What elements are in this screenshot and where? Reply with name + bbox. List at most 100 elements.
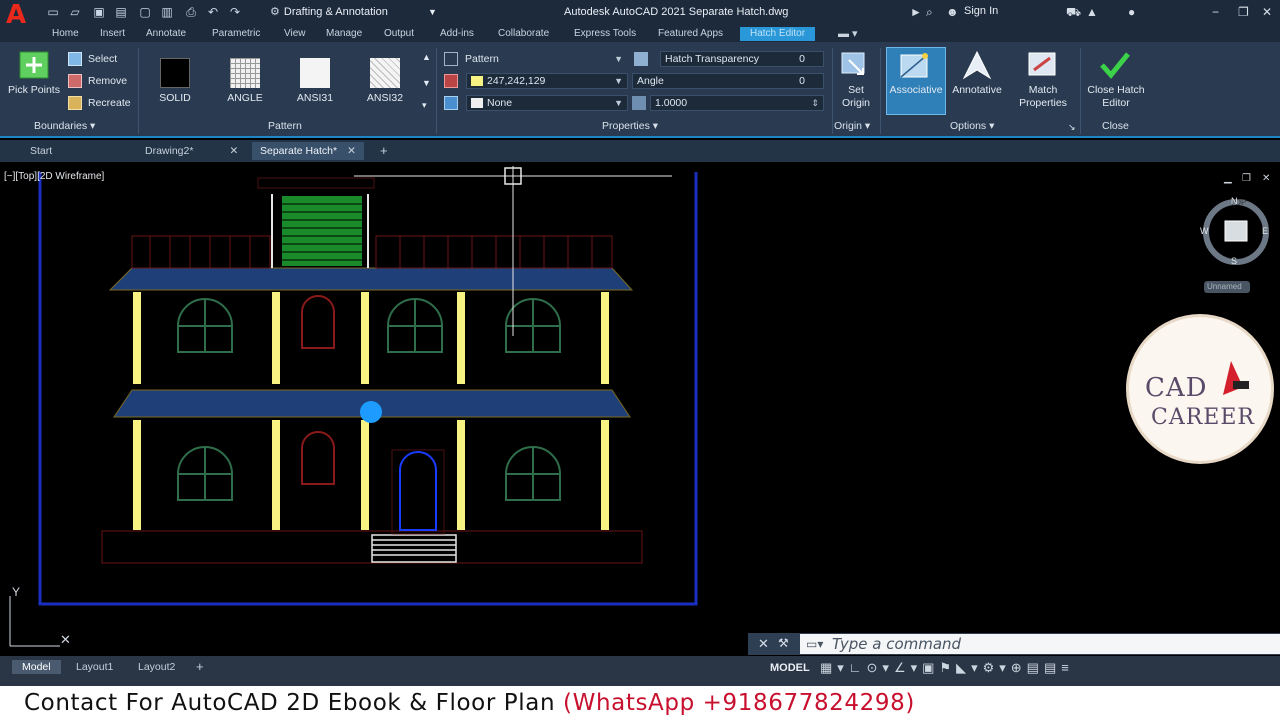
user-icon[interactable]: ☻ — [946, 4, 959, 20]
tab-featured-apps[interactable]: Featured Apps — [658, 27, 723, 41]
transparency-icon — [634, 52, 648, 66]
redo-icon[interactable]: ↷ — [228, 5, 242, 19]
crosshair-cursor — [354, 166, 672, 336]
sign-in-link[interactable]: Sign In — [964, 5, 998, 17]
angle-field[interactable]: Angle 0 — [632, 73, 824, 89]
tab-manage[interactable]: Manage — [326, 27, 362, 41]
layout-tab-layout1[interactable]: Layout1 — [76, 660, 113, 674]
tab-output[interactable]: Output — [384, 27, 414, 41]
open-file-icon[interactable]: ▱ — [68, 5, 82, 19]
save-icon[interactable]: ▣ — [92, 5, 106, 19]
hatch-transparency-field[interactable]: Hatch Transparency 0 — [660, 51, 824, 67]
house-elevation-drawing[interactable]: Y ✕ — [0, 162, 1280, 656]
select-button[interactable]: Select — [88, 53, 117, 65]
status-bar: Model Layout1 Layout2 + — [0, 656, 1280, 686]
doc-tab-drawing2[interactable]: Drawing2* ✕ — [145, 144, 238, 158]
doc-tab-separate-hatch[interactable]: Separate Hatch* ✕ — [252, 142, 364, 160]
logo-text-career: CAREER — [1151, 405, 1255, 430]
cart-icon[interactable]: ⛟ — [1066, 4, 1081, 20]
tab-hatch-editor[interactable]: Hatch Editor — [740, 27, 816, 41]
scale-field[interactable]: 1.0000 ⇕ — [650, 95, 824, 111]
new-file-icon[interactable]: ▭ — [46, 5, 60, 19]
tab-parametric[interactable]: Parametric — [212, 27, 260, 41]
ribbon-tabs: Home Insert Annotate Parametric View Man… — [0, 26, 1280, 42]
search-icon[interactable]: ⌕ — [926, 4, 933, 20]
logo-emblem-icon — [1223, 361, 1249, 395]
close-hatch-editor-button[interactable]: Close Hatch Editor — [1082, 84, 1150, 110]
pattern-ansi32-label: ANSI32 — [366, 92, 404, 104]
autocad-logo-icon[interactable]: A — [6, 2, 32, 28]
set-origin-button[interactable]: Set Origin — [834, 84, 878, 110]
tab-view[interactable]: View — [284, 27, 306, 41]
compass-north[interactable]: N — [1231, 196, 1238, 206]
document-tabs: Start Drawing2* ✕ Separate Hatch* ✕ + — [0, 140, 1280, 162]
match-properties-button[interactable]: Match Properties — [1012, 84, 1074, 110]
tab-home[interactable]: Home — [52, 27, 79, 41]
tab-express-tools[interactable]: Express Tools — [574, 27, 636, 41]
minimize-icon[interactable]: − — [1212, 4, 1219, 20]
viewport-minimize-icon[interactable]: ▁ — [1224, 173, 1232, 184]
close-tab-icon[interactable]: ✕ — [347, 145, 356, 157]
a360-icon[interactable]: ▲ — [1086, 4, 1098, 20]
pattern-angle-swatch[interactable] — [230, 58, 260, 88]
undo-icon[interactable]: ↶ — [206, 5, 220, 19]
tab-annotate[interactable]: Annotate — [146, 27, 186, 41]
restore-icon[interactable]: ❐ — [1238, 4, 1249, 20]
save-as-icon[interactable]: ▤ — [114, 5, 128, 19]
new-tab-icon[interactable]: + — [380, 144, 388, 158]
customize-icon[interactable]: ⚒ — [778, 636, 789, 650]
viewport-restore-icon[interactable]: ❐ — [1242, 173, 1251, 184]
viewport-controls[interactable]: [−][Top][2D Wireframe] — [4, 171, 104, 182]
pattern-scroll-up-icon[interactable]: ▲ — [422, 52, 431, 62]
command-input[interactable]: ▭▾ Type a command — [800, 634, 1280, 654]
wcs-menu[interactable]: Unnamed — [1207, 282, 1242, 291]
compass-west[interactable]: W — [1200, 226, 1209, 236]
help-icon[interactable]: ● — [1128, 4, 1135, 20]
pattern-ansi32-swatch[interactable] — [370, 58, 400, 88]
ribbon-options-icon[interactable]: ▬ ▾ — [838, 27, 858, 41]
tab-collaborate[interactable]: Collaborate — [498, 27, 549, 41]
pattern-ansi31-swatch[interactable] — [300, 58, 330, 88]
command-prompt-icon: ▭▾ — [806, 637, 824, 651]
recreate-button[interactable]: Recreate — [88, 97, 131, 109]
pattern-scroll-down-icon[interactable]: ▼ — [422, 78, 431, 88]
properties-panel-label[interactable]: Properties ▾ — [602, 120, 658, 132]
save-web-icon[interactable]: ▥ — [160, 5, 174, 19]
annotative-button[interactable]: Annotative — [946, 84, 1008, 96]
status-bar-tools[interactable]: ▦▾∟⊙▾∠▾▣⚑◣▾⚙▾⊕▤▤≡ — [820, 660, 1074, 676]
compass-east[interactable]: E — [1262, 226, 1268, 236]
command-line: ✕ ⚒ ▭▾ Type a command — [748, 633, 1280, 655]
options-dialog-launcher-icon[interactable]: ↘ — [1068, 122, 1076, 133]
boundaries-panel-label[interactable]: Boundaries ▾ — [34, 120, 95, 132]
whatsapp-contact: (WhatsApp +918677824298) — [563, 690, 915, 716]
viewport-close-icon[interactable]: ✕ — [1262, 173, 1270, 184]
pattern-expand-icon[interactable]: ▾ — [422, 100, 427, 111]
close-tab-icon[interactable]: ✕ — [229, 145, 238, 157]
origin-panel-label[interactable]: Origin ▾ — [834, 120, 870, 132]
hatch-type-dropdown[interactable]: Pattern ▼ — [444, 51, 628, 67]
pick-points-button[interactable]: Pick Points — [4, 84, 64, 96]
close-command-line-icon[interactable]: ✕ — [758, 636, 769, 652]
hatch-color-dropdown[interactable]: 247,242,129 ▼ — [466, 73, 628, 89]
add-layout-icon[interactable]: + — [196, 660, 204, 674]
doc-tab-start[interactable]: Start — [30, 144, 52, 158]
drawing-canvas[interactable]: Y ✕ TOP N S E W Unnamed — [0, 162, 1280, 656]
remove-button[interactable]: Remove — [88, 75, 127, 87]
model-space-toggle[interactable]: MODEL — [770, 662, 810, 674]
tab-addins[interactable]: Add-ins — [440, 27, 474, 41]
layout-tab-model[interactable]: Model — [12, 660, 61, 674]
plot-icon[interactable]: ⎙ — [184, 5, 198, 19]
background-color-dropdown[interactable]: None ▼ — [466, 95, 628, 111]
roof-railing — [131, 235, 613, 269]
chevron-right-icon[interactable]: ► — [910, 4, 922, 20]
open-web-icon[interactable]: ▢ — [138, 5, 152, 19]
pattern-solid-swatch[interactable] — [160, 58, 190, 88]
options-panel-label[interactable]: Options ▾ — [950, 120, 994, 132]
associative-button[interactable]: Associative — [884, 84, 948, 96]
layout-tab-layout2[interactable]: Layout2 — [138, 660, 175, 674]
close-icon[interactable]: ✕ — [1262, 4, 1272, 20]
workspace-switcher[interactable]: ⚙ Drafting & Annotation ▼ — [270, 4, 440, 21]
pattern-angle-label: ANGLE — [227, 92, 263, 104]
compass-south[interactable]: S — [1231, 256, 1237, 266]
tab-insert[interactable]: Insert — [100, 27, 125, 41]
